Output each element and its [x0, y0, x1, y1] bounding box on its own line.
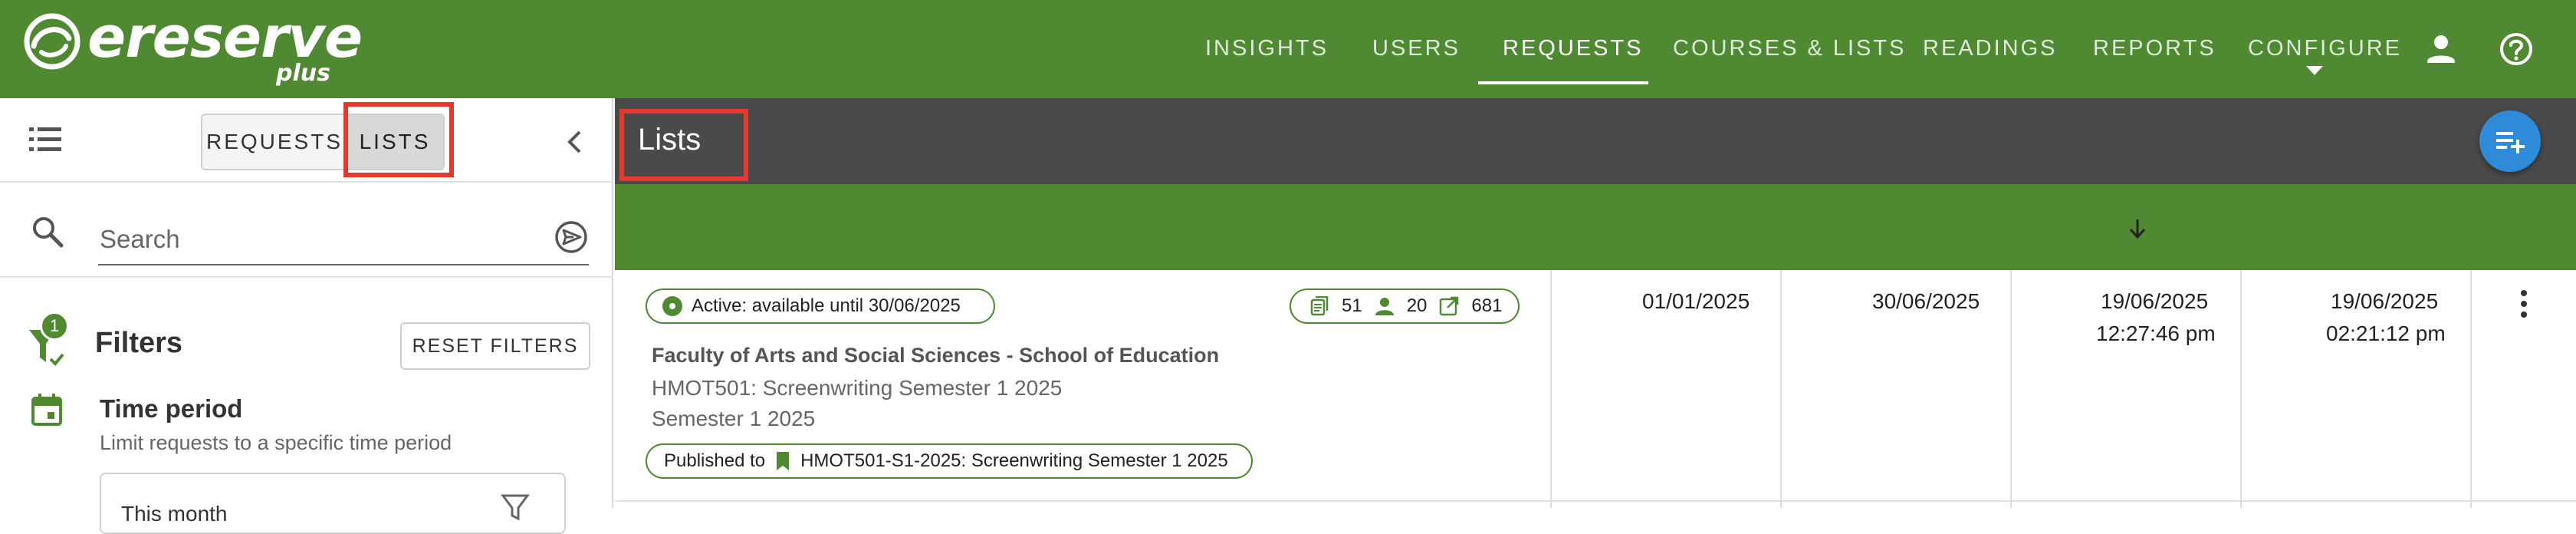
- external-link-icon: [1440, 296, 1459, 316]
- configure-caret-icon[interactable]: [2306, 66, 2323, 75]
- submitted-date-cell: 19/06/2025: [2101, 289, 2209, 313]
- submitted-time-cell: 12:27:46 pm: [2096, 321, 2216, 345]
- published-label: Published to: [664, 450, 766, 471]
- table-row[interactable]: Active: available until 30/06/2025 51 20…: [615, 270, 2576, 502]
- main-content: Lists List Starts Ends Submitted Updated…: [615, 98, 2576, 508]
- column-divider: [2240, 270, 2242, 508]
- links-count: 681: [1471, 295, 1503, 316]
- nav-configure[interactable]: CONFIGURE: [2248, 36, 2402, 61]
- status-text: Active: available until 30/06/2025: [692, 295, 961, 316]
- time-period-value: This month: [121, 502, 228, 526]
- starts-cell: 01/01/2025: [1642, 289, 1750, 313]
- help-icon[interactable]: [2498, 31, 2535, 68]
- lists-highlight-box: [343, 102, 454, 177]
- time-period-title: Time period: [100, 394, 243, 423]
- sidebar-header: REQUESTS LISTS: [0, 98, 613, 183]
- sort-descending-icon[interactable]: [2128, 218, 2147, 239]
- active-nav-indicator: [1478, 81, 1648, 84]
- search-input[interactable]: [98, 215, 589, 265]
- add-list-button[interactable]: [2479, 110, 2541, 172]
- published-target: HMOT501-S1-2025: Screenwriting Semester …: [800, 450, 1228, 471]
- list-view-icon[interactable]: [29, 126, 61, 153]
- send-search-icon[interactable]: [554, 219, 589, 255]
- ereserve-logo[interactable]: ereserve plus: [23, 5, 363, 87]
- users-icon: [1375, 298, 1394, 315]
- column-divider: [1780, 270, 1782, 508]
- filter-outline-icon: [501, 494, 530, 521]
- sidebar: REQUESTS LISTS 1 Filters RESET FILTERS T…: [0, 98, 613, 534]
- page-title-bar: Lists: [615, 98, 2576, 184]
- top-app-bar: ereserve plus INSIGHTS USERS REQUESTS CO…: [0, 0, 2576, 98]
- documents-icon: [1310, 296, 1329, 316]
- updated-date-cell: 19/06/2025: [2331, 289, 2439, 313]
- bookmark-icon: [777, 452, 790, 470]
- nav-insights[interactable]: INSIGHTS: [1205, 36, 1329, 61]
- column-divider: [1550, 270, 1552, 508]
- faculty-name: Faculty of Arts and Social Sciences - Sc…: [652, 344, 1220, 367]
- nav-requests[interactable]: REQUESTS: [1503, 36, 1644, 61]
- search-icon: [33, 217, 64, 248]
- playlist-add-icon: [2496, 132, 2525, 153]
- status-chip: Active: available until 30/06/2025: [646, 288, 995, 324]
- ereserve-swirl-icon: [24, 13, 80, 70]
- nav-courses-lists[interactable]: COURSES & LISTS: [1673, 36, 1906, 61]
- users-count: 20: [1406, 295, 1428, 316]
- filters-title: Filters: [95, 327, 183, 359]
- title-highlight-box: [619, 109, 748, 181]
- nav-users[interactable]: USERS: [1372, 36, 1460, 61]
- course-name[interactable]: HMOT501: Screenwriting Semester 1 2025: [652, 376, 1062, 400]
- reset-filters-button[interactable]: RESET FILTERS: [400, 322, 590, 370]
- ends-cell: 30/06/2025: [1872, 289, 1980, 313]
- more-options-icon[interactable]: [2519, 288, 2528, 319]
- calendar-icon: [31, 394, 62, 426]
- nav-readings[interactable]: READINGS: [1923, 36, 2057, 61]
- column-divider: [2010, 270, 2012, 508]
- chevron-left-icon[interactable]: [564, 129, 584, 155]
- column-divider: [2470, 270, 2472, 508]
- account-icon[interactable]: [2423, 31, 2459, 68]
- brand-suffix: plus: [276, 60, 330, 87]
- active-status-icon: [662, 296, 682, 316]
- published-chip: Published to HMOT501-S1-2025: Screenwrit…: [646, 443, 1253, 479]
- updated-time-cell: 02:21:12 pm: [2326, 321, 2446, 345]
- counts-chip: 51 20 681: [1290, 288, 1520, 324]
- segment-requests[interactable]: REQUESTS: [202, 115, 347, 169]
- table-header: List Starts Ends Submitted Updated: [615, 184, 2576, 335]
- time-period-select[interactable]: This month: [100, 473, 566, 534]
- filter-count-badge: 1: [40, 312, 69, 341]
- documents-count: 51: [1342, 295, 1362, 316]
- semester-name: Semester 1 2025: [652, 407, 816, 430]
- time-period-subtitle: Limit requests to a specific time period: [100, 431, 452, 454]
- nav-reports[interactable]: REPORTS: [2093, 36, 2216, 61]
